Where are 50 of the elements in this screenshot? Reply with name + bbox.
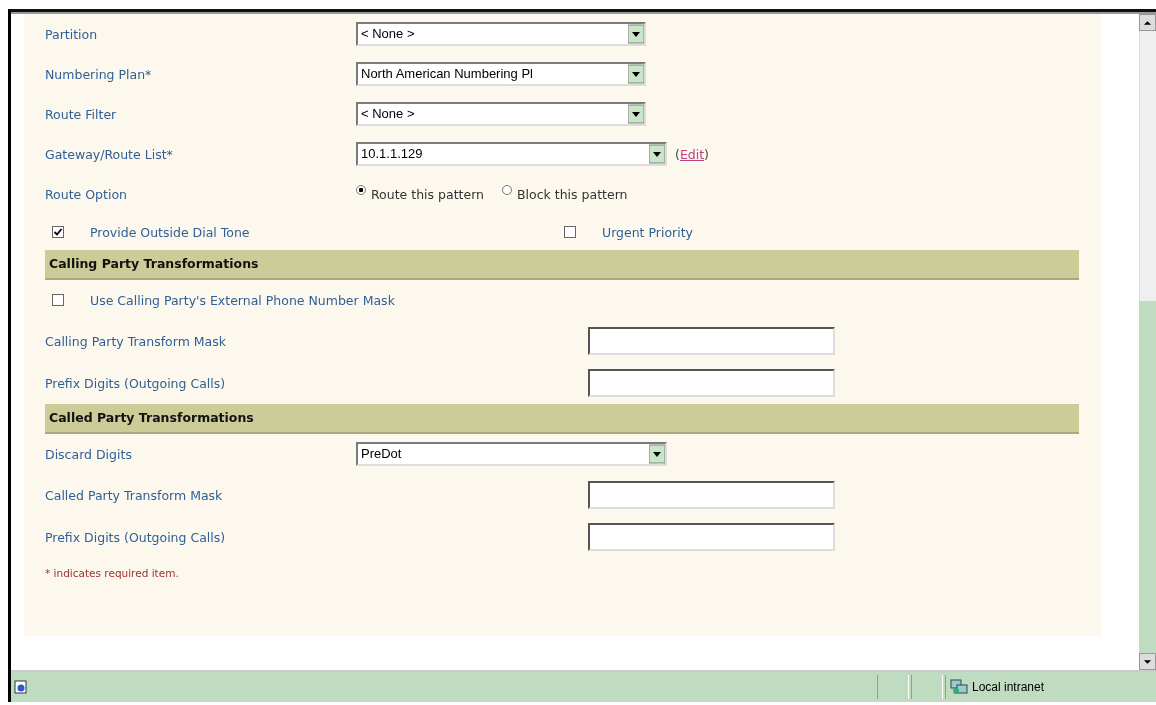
dropdown-arrow-icon[interactable] — [649, 444, 665, 464]
dropdown-arrow-icon[interactable] — [628, 24, 644, 44]
bracket-text: ( — [675, 146, 680, 162]
input-field[interactable] — [588, 369, 835, 397]
bracket-text: ) — [704, 146, 709, 162]
required-note: * indicates required item. — [45, 567, 179, 579]
checkbox-label: Use Calling Party's External Phone Number Mask — [90, 292, 395, 308]
input-field[interactable] — [588, 481, 835, 509]
page-icon — [14, 680, 28, 694]
up-arrow-icon — [1143, 19, 1152, 26]
dropdown[interactable]: 10.1.1.129 — [356, 142, 667, 166]
checkbox[interactable] — [564, 226, 576, 238]
dropdown-arrow-icon[interactable] — [628, 104, 644, 124]
dropdown-arrow-icon[interactable] — [649, 144, 665, 164]
checkbox[interactable] — [52, 294, 64, 306]
scroll-down-button[interactable] — [1139, 653, 1156, 670]
dropdown[interactable]: < None > — [356, 22, 646, 46]
down-arrow-icon — [1143, 658, 1152, 665]
field-label: Discard Digits — [45, 446, 133, 462]
radio-label: Block this pattern — [517, 186, 628, 202]
status-bar-panel — [877, 675, 909, 699]
security-zone-label: Local intranet — [972, 680, 1045, 694]
status-bar-panel — [911, 675, 943, 699]
field-label: Route Filter — [45, 106, 118, 122]
input-field[interactable] — [588, 327, 835, 355]
dropdown[interactable]: PreDot — [356, 442, 667, 466]
dropdown[interactable]: < None > — [356, 102, 646, 126]
field-label: Prefix Digits (Outgoing Calls) — [45, 529, 227, 545]
field-label: Numbering Plan* — [45, 66, 153, 82]
network-icon — [950, 679, 968, 695]
checkbox-label: Provide Outside Dial Tone — [90, 224, 250, 240]
edit-link[interactable]: Edit — [679, 146, 705, 162]
field-label: Route Option — [45, 186, 128, 202]
field-label: Called Party Transform Mask — [45, 487, 224, 503]
field-label: Partition — [45, 26, 99, 42]
scroll-up-button[interactable] — [1139, 14, 1156, 31]
section-header: Called Party Transformations — [45, 404, 1079, 434]
radio-label: Route this pattern — [371, 186, 484, 202]
section-header: Calling Party Transformations — [45, 250, 1079, 280]
input-field[interactable] — [588, 523, 835, 551]
dropdown-arrow-icon[interactable] — [628, 64, 644, 84]
radio-button[interactable] — [356, 185, 366, 195]
field-label: Gateway/Route List* — [45, 146, 174, 162]
field-label: Prefix Digits (Outgoing Calls) — [45, 375, 227, 391]
dropdown[interactable]: North American Numbering Pl — [356, 62, 646, 86]
scrollbar[interactable] — [1139, 14, 1156, 670]
radio-button[interactable] — [502, 185, 512, 195]
checkbox-label: Urgent Priority — [602, 224, 693, 240]
checkbox[interactable] — [52, 226, 64, 238]
field-label: Calling Party Transform Mask — [45, 333, 228, 349]
